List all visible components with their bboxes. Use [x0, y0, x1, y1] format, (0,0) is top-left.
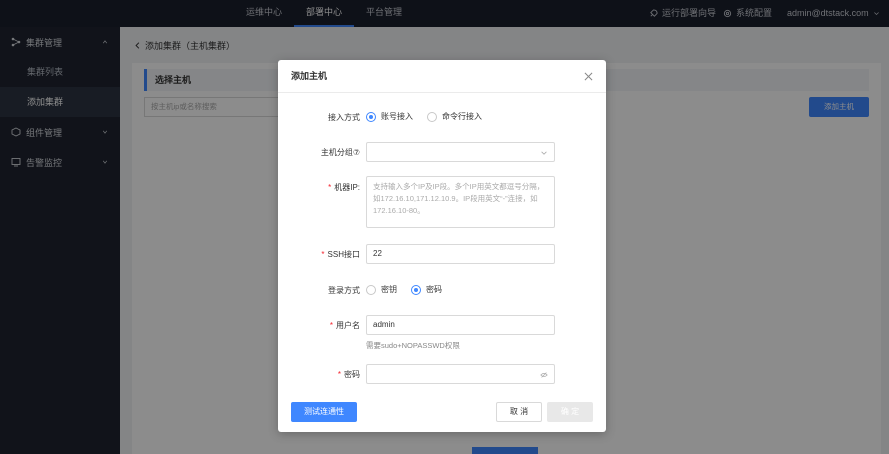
host-group-select[interactable] [366, 142, 555, 162]
add-host-modal: 添加主机 接入方式 账号接入 命令行接入 主机分组⑦ * 机器IP: 支持输入多个… [278, 60, 606, 432]
radio-account-access[interactable] [366, 111, 376, 122]
password-label-text: 密码 [344, 370, 360, 379]
radio-login-password-label[interactable]: 密码 [426, 284, 442, 295]
machine-ip-textarea[interactable]: 支持输入多个IP及IP段。多个IP用英文都逗号分隔，如172.16.10,171… [366, 176, 555, 228]
ssh-port-label-text: SSH接口 [327, 250, 360, 259]
radio-login-key-label[interactable]: 密钥 [381, 284, 397, 295]
username-label: * 用户名 [329, 321, 360, 330]
machine-ip-label-text: 机器IP: [334, 183, 360, 192]
host-group-label: 主机分组⑦ [320, 148, 360, 157]
radio-account-label[interactable]: 账号接入 [381, 111, 413, 122]
username-input[interactable]: admin [366, 315, 555, 335]
username-label-text: 用户名 [336, 321, 360, 330]
access-mode-label: 接入方式 [328, 113, 360, 122]
username-hint: 需要sudo+NOPASSWD权限 [366, 341, 460, 350]
chevron-down-icon [541, 151, 547, 155]
ssh-port-label: * SSH接口 [321, 250, 360, 259]
radio-login-password[interactable] [411, 284, 421, 295]
modal-footer: 测试连通性 取 消 确 定 [278, 394, 606, 432]
cancel-button[interactable]: 取 消 [496, 402, 542, 422]
close-icon[interactable] [584, 72, 593, 81]
radio-login-key[interactable] [366, 284, 376, 295]
ok-button[interactable]: 确 定 [547, 402, 593, 422]
test-connectivity-button[interactable]: 测试连通性 [291, 402, 357, 422]
radio-cmd-access[interactable] [427, 111, 437, 122]
login-mode-group: 密钥 密码 [366, 284, 456, 295]
eye-invisible-icon[interactable] [540, 371, 548, 379]
machine-ip-label: * 机器IP: [328, 183, 360, 192]
password-input[interactable] [366, 364, 555, 384]
access-mode-group: 账号接入 命令行接入 [366, 111, 496, 122]
modal-title: 添加主机 [278, 60, 606, 93]
login-mode-label: 登录方式 [328, 286, 360, 295]
ssh-port-input[interactable]: 22 [366, 244, 555, 264]
radio-cmd-label[interactable]: 命令行接入 [442, 111, 482, 122]
password-label: * 密码 [337, 370, 360, 379]
